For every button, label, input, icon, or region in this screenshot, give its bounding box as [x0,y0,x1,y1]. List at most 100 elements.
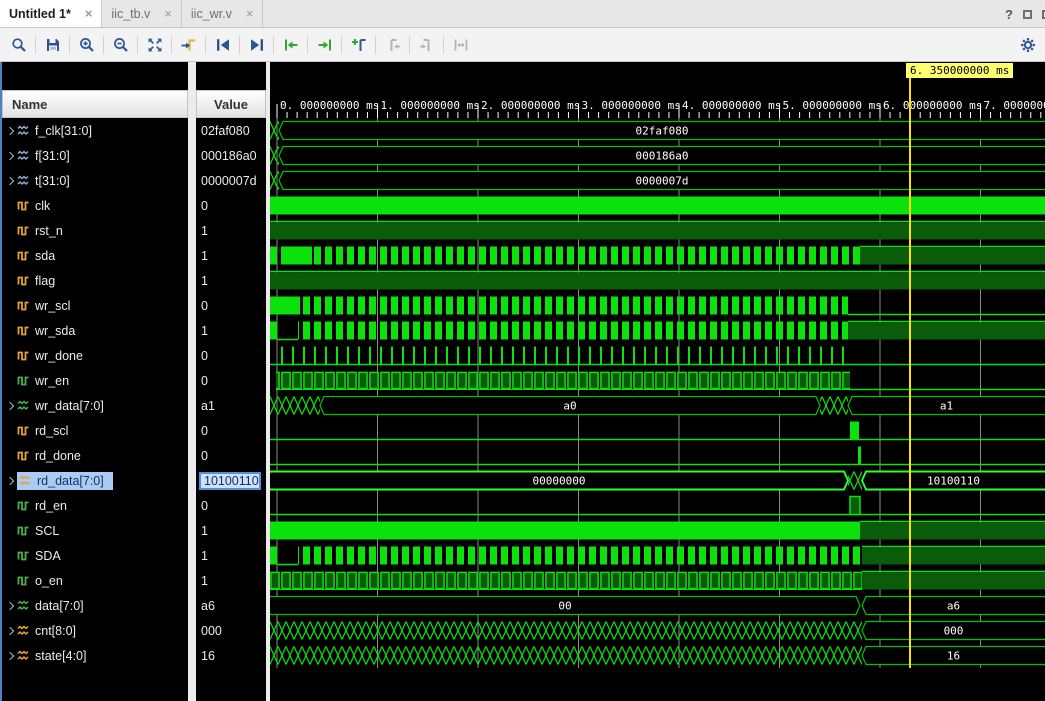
signal-value-row-wr_scl[interactable]: 0 [196,293,266,318]
signal-name-cell[interactable]: f_clk[31:0] [17,124,92,138]
save-button[interactable] [39,32,66,58]
signal-value-row-scl[interactable]: 1 [196,518,266,543]
signal-row-wr_sda[interactable]: wr_sda [2,318,188,343]
go-to-end-button[interactable] [243,32,270,58]
previous-marker-button[interactable] [379,32,406,58]
signal-value[interactable]: 10100110 [199,472,261,490]
expand-chevron-icon[interactable] [2,478,17,484]
signal-row-wr_en[interactable]: wr_en [2,368,188,393]
signal-name-cell[interactable]: SCL [17,524,59,538]
signal-value-row-o_en[interactable]: 1 [196,568,266,593]
signal-row-o_en[interactable]: o_en [2,568,188,593]
tab-iic_tb-v[interactable]: iic_tb.v× [102,0,182,27]
next-marker-button[interactable] [413,32,440,58]
signal-row-cnt-8-0[interactable]: cnt[8:0] [2,618,188,643]
signal-name-cell[interactable]: state[4:0] [17,649,86,663]
signal-value-row-wr_data-7-0[interactable]: a1 [196,393,266,418]
signal-value-row-f_clk-31-0[interactable]: 02faf080 [196,118,266,143]
expand-chevron-icon[interactable] [2,628,17,634]
signal-value-row-t-31-0[interactable]: 0000007d [196,168,266,193]
tab-iic_wr-v[interactable]: iic_wr.v× [182,0,264,27]
signal-name-cell[interactable]: rd_scl [17,424,68,438]
signal-value-row-data-7-0[interactable]: a6 [196,593,266,618]
cursor-line[interactable] [909,78,911,668]
signal-value-row-cnt-8-0[interactable]: 000 [196,618,266,643]
find-button[interactable] [5,32,32,58]
signal-name-cell[interactable]: rd_en [17,499,67,513]
waveform-panel[interactable]: 0. 000000000 ms1. 000000000 ms2. 0000000… [270,62,1045,701]
signal-value-row-state-4-0[interactable]: 16 [196,643,266,668]
panel-divider[interactable] [188,62,196,701]
signal-row-rd_scl[interactable]: rd_scl [2,418,188,443]
signal-row-f-31-0[interactable]: f[31:0] [2,143,188,168]
signal-value-row-clk[interactable]: 0 [196,193,266,218]
signal-value-row-f-31-0[interactable]: 000186a0 [196,143,266,168]
signal-value-row-rd_en[interactable]: 0 [196,493,266,518]
expand-chevron-icon[interactable] [2,653,17,659]
signal-row-data-7-0[interactable]: data[7:0] [2,593,188,618]
signal-name-cell[interactable]: o_en [17,574,63,588]
signal-value-row-rd_data-7-0[interactable]: 10100110 [196,468,266,493]
signal-value-row-wr_en[interactable]: 0 [196,368,266,393]
signal-name-cell[interactable]: SDA [17,549,61,563]
signal-row-rd_data-7-0[interactable]: rd_data[7:0] [2,468,188,493]
signal-value-row-sda[interactable]: 1 [196,243,266,268]
swap-cursors-button[interactable] [447,32,474,58]
expand-chevron-icon[interactable] [2,403,17,409]
zoom-out-button[interactable] [107,32,134,58]
zoom-fit-button[interactable] [141,32,168,58]
signal-row-f_clk-31-0[interactable]: f_clk[31:0] [2,118,188,143]
expand-chevron-icon[interactable] [2,603,17,609]
tab-close-icon[interactable]: × [164,7,172,20]
signal-row-rst_n[interactable]: rst_n [2,218,188,243]
signal-row-wr_done[interactable]: wr_done [2,343,188,368]
signal-value-row-rd_done[interactable]: 0 [196,443,266,468]
tab-close-icon[interactable]: × [85,7,93,20]
signal-name-cell[interactable]: wr_scl [17,299,70,313]
help-icon[interactable]: ? [1005,7,1013,22]
next-transition-button[interactable] [311,32,338,58]
signal-name-cell[interactable]: clk [17,199,50,213]
go-to-start-button[interactable] [209,32,236,58]
cursor-time-badge[interactable]: 6. 350000000 ms [906,63,1013,78]
previous-transition-button[interactable] [277,32,304,58]
signal-name-cell[interactable]: cnt[8:0] [17,624,76,638]
signal-value-row-wr_done[interactable]: 0 [196,343,266,368]
signal-name-cell[interactable]: flag [17,274,55,288]
signal-value-row-rst_n[interactable]: 1 [196,218,266,243]
signal-value-row-sda[interactable]: 1 [196,543,266,568]
signal-row-scl[interactable]: SCL [2,518,188,543]
expand-chevron-icon[interactable] [2,178,17,184]
signal-row-rd_done[interactable]: rd_done [2,443,188,468]
signal-row-flag[interactable]: flag [2,268,188,293]
signal-value-row-wr_sda[interactable]: 1 [196,318,266,343]
float-window-icon[interactable] [1023,10,1032,19]
expand-chevron-icon[interactable] [2,153,17,159]
signal-row-sda[interactable]: sda [2,243,188,268]
signal-row-state-4-0[interactable]: state[4:0] [2,643,188,668]
signal-name-cell[interactable]: wr_en [17,374,69,388]
signal-name-cell[interactable]: wr_done [17,349,83,363]
signal-name-cell[interactable]: wr_sda [17,324,75,338]
signal-row-t-31-0[interactable]: t[31:0] [2,168,188,193]
signal-row-wr_scl[interactable]: wr_scl [2,293,188,318]
signal-name-cell[interactable]: sda [17,249,55,263]
signal-row-wr_data-7-0[interactable]: wr_data[7:0] [2,393,188,418]
tab-untitled-1[interactable]: Untitled 1*× [0,0,102,27]
signal-row-rd_en[interactable]: rd_en [2,493,188,518]
signal-name-cell[interactable]: rd_data[7:0] [17,472,113,490]
expand-chevron-icon[interactable] [2,128,17,134]
signal-name-cell[interactable]: t[31:0] [17,174,70,188]
settings-button[interactable] [1014,32,1041,58]
signal-value-row-flag[interactable]: 1 [196,268,266,293]
signal-row-clk[interactable]: clk [2,193,188,218]
signal-row-sda[interactable]: SDA [2,543,188,568]
tab-close-icon[interactable]: × [246,7,254,20]
signal-name-cell[interactable]: f[31:0] [17,149,70,163]
add-marker-button[interactable] [345,32,372,58]
signal-name-cell[interactable]: rst_n [17,224,63,238]
signal-name-cell[interactable]: data[7:0] [17,599,84,613]
signal-name-cell[interactable]: wr_data[7:0] [17,399,104,413]
signal-value-row-rd_scl[interactable]: 0 [196,418,266,443]
zoom-in-button[interactable] [73,32,100,58]
